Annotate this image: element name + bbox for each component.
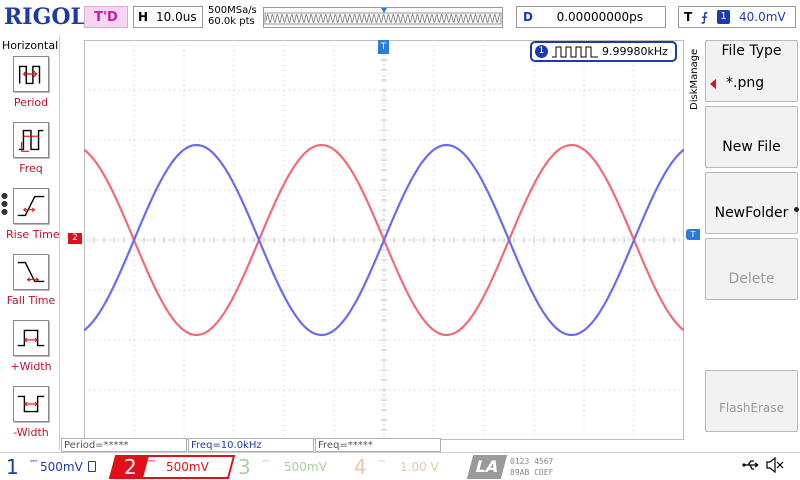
channel-bar: 1 ⎓ 500mV 2 ⎓ 500mV 3 ⎓ 500mV 4 ⎓ 1.00 V… xyxy=(0,452,800,480)
measure-period-label: Period xyxy=(13,96,49,109)
new-file-label: New File xyxy=(722,139,781,155)
rise-time-icon xyxy=(13,188,49,224)
sample-rate-readout: 500MSa/s 60.0k pts xyxy=(208,5,257,27)
measure-positive-width-label: +Width xyxy=(10,360,52,373)
ch2-offset-marker[interactable]: 2 xyxy=(68,233,82,244)
ch3-scale-box[interactable]: 3 ⎓ 500mV xyxy=(232,455,342,479)
dc-coupling-icon: ⎓ xyxy=(262,457,270,467)
negative-width-icon xyxy=(13,386,49,422)
ch1-number: 1 xyxy=(6,455,19,479)
speaker-muted-icon xyxy=(766,456,784,474)
ch4-number: 4 xyxy=(354,455,367,479)
menu-page-indicator xyxy=(794,207,799,212)
usb-icon xyxy=(742,460,759,470)
waveform-grid xyxy=(84,40,684,440)
measure-negative-width-label: -Width xyxy=(13,426,49,439)
measure-negative-width-button[interactable]: -Width xyxy=(6,386,56,448)
delete-label: Delete xyxy=(728,271,775,287)
dc-coupling-icon: ⎓ xyxy=(30,457,38,467)
ch1-scale: 500mV xyxy=(40,460,83,474)
ch4-scale-box[interactable]: 4 ⎓ 1.00 V xyxy=(348,455,458,479)
positive-width-icon xyxy=(13,320,49,356)
la-channel-digits: 0123 4567 89AB CDEF xyxy=(510,457,554,477)
ch4-scale: 1.00 V xyxy=(400,460,439,474)
ch3-scale: 500mV xyxy=(284,460,327,474)
delay-value: 0.00000000ps xyxy=(556,10,643,24)
fall-time-icon xyxy=(13,254,49,290)
file-type-title: File Type xyxy=(721,43,782,59)
new-folder-label: NewFolder xyxy=(714,205,789,221)
measurement-result-freq[interactable]: Freq=***** xyxy=(315,438,441,452)
ch1-scale-box[interactable]: 1 ⎓ 500mV xyxy=(0,455,110,479)
delay-label: D xyxy=(523,10,533,24)
freq-counter-value: 9.99980kHz xyxy=(602,45,668,58)
freq-icon xyxy=(13,122,49,158)
rising-edge-icon: ⨍ xyxy=(701,10,708,24)
waveform-display[interactable]: 1 9.99980kHz xyxy=(84,40,684,440)
measure-freq-label: Freq xyxy=(19,162,43,175)
la-label: LA xyxy=(466,455,508,479)
horizontal-scale-box[interactable]: H 10.0us xyxy=(133,6,203,28)
trigger-label: T xyxy=(684,10,693,24)
delete-button[interactable]: Delete xyxy=(705,238,798,300)
trigger-box[interactable]: T ⨍ 1 40.0mV xyxy=(678,6,796,28)
dc-coupling-icon: ⎓ xyxy=(148,457,156,467)
bandwidth-limit-icon xyxy=(88,461,96,472)
measure-fall-time-button[interactable]: Fall Time xyxy=(6,254,56,316)
file-type-button[interactable]: File Type *.png xyxy=(705,40,798,102)
brand-logo: RIGOL xyxy=(4,4,86,30)
file-type-value: *.png xyxy=(726,75,765,91)
measurement-menu: Horizontal Period Freq ● ● ● Rise Time F… xyxy=(0,36,60,450)
logic-analyzer-box[interactable]: LA 0123 4567 89AB CDEF xyxy=(466,455,600,479)
ch2-scale-box[interactable]: 2 ⎓ 500mV xyxy=(108,455,236,479)
measure-period-button[interactable]: Period xyxy=(6,56,56,118)
trigger-level-value: 40.0mV xyxy=(739,10,786,24)
measurement-result-period[interactable]: Period=***** xyxy=(61,438,187,452)
measurement-result-freq-ch1[interactable]: Freq=10.0kHz xyxy=(188,438,314,452)
select-arrow-icon xyxy=(710,79,716,89)
memory-overview-strip xyxy=(263,7,503,28)
period-icon xyxy=(13,56,49,92)
freq-counter-channel: 1 xyxy=(535,45,548,58)
measure-rise-time-label: Rise Time xyxy=(6,228,60,241)
ch2-scale: 500mV xyxy=(166,460,209,474)
ch2-number: 2 xyxy=(124,455,137,479)
trigger-position-marker[interactable]: T xyxy=(378,40,389,54)
trigger-status-badge: T'D xyxy=(84,6,128,28)
disk-manage-menu: File Type *.png New File NewFolder Delet… xyxy=(705,40,800,432)
measure-fall-time-label: Fall Time xyxy=(6,294,56,307)
menu-title: Horizontal xyxy=(2,39,59,52)
ch3-number: 3 xyxy=(238,455,251,479)
sample-rate: 500MSa/s xyxy=(208,5,257,16)
dc-coupling-icon: ⎓ xyxy=(378,457,386,467)
memory-depth: 60.0k pts xyxy=(208,16,255,27)
memory-waveform-overview xyxy=(264,8,502,25)
flash-erase-button[interactable]: FlashErase xyxy=(705,370,798,432)
trigger-level-marker[interactable]: T xyxy=(686,229,700,240)
new-file-button[interactable]: New File xyxy=(705,106,798,168)
measure-positive-width-button[interactable]: +Width xyxy=(6,320,56,382)
new-folder-button[interactable]: NewFolder xyxy=(705,172,798,234)
status-bar: RIGOL T'D H 10.0us 500MSa/s 60.0k pts D … xyxy=(0,0,800,36)
delay-box[interactable]: D 0.00000000ps xyxy=(516,6,666,28)
frequency-counter: 1 9.99980kHz xyxy=(530,41,677,62)
menu-group-label: DiskManage xyxy=(689,48,700,110)
flash-erase-label: FlashErase xyxy=(719,401,784,415)
pulse-train-icon xyxy=(552,46,598,58)
trigger-source-badge: 1 xyxy=(717,10,730,24)
trigger-position-mini-marker xyxy=(381,8,387,13)
measure-freq-button[interactable]: Freq xyxy=(6,122,56,184)
horizontal-label: H xyxy=(138,10,149,24)
horizontal-scale-value: 10.0us xyxy=(156,10,197,24)
measure-rise-time-button[interactable]: Rise Time xyxy=(6,188,60,250)
